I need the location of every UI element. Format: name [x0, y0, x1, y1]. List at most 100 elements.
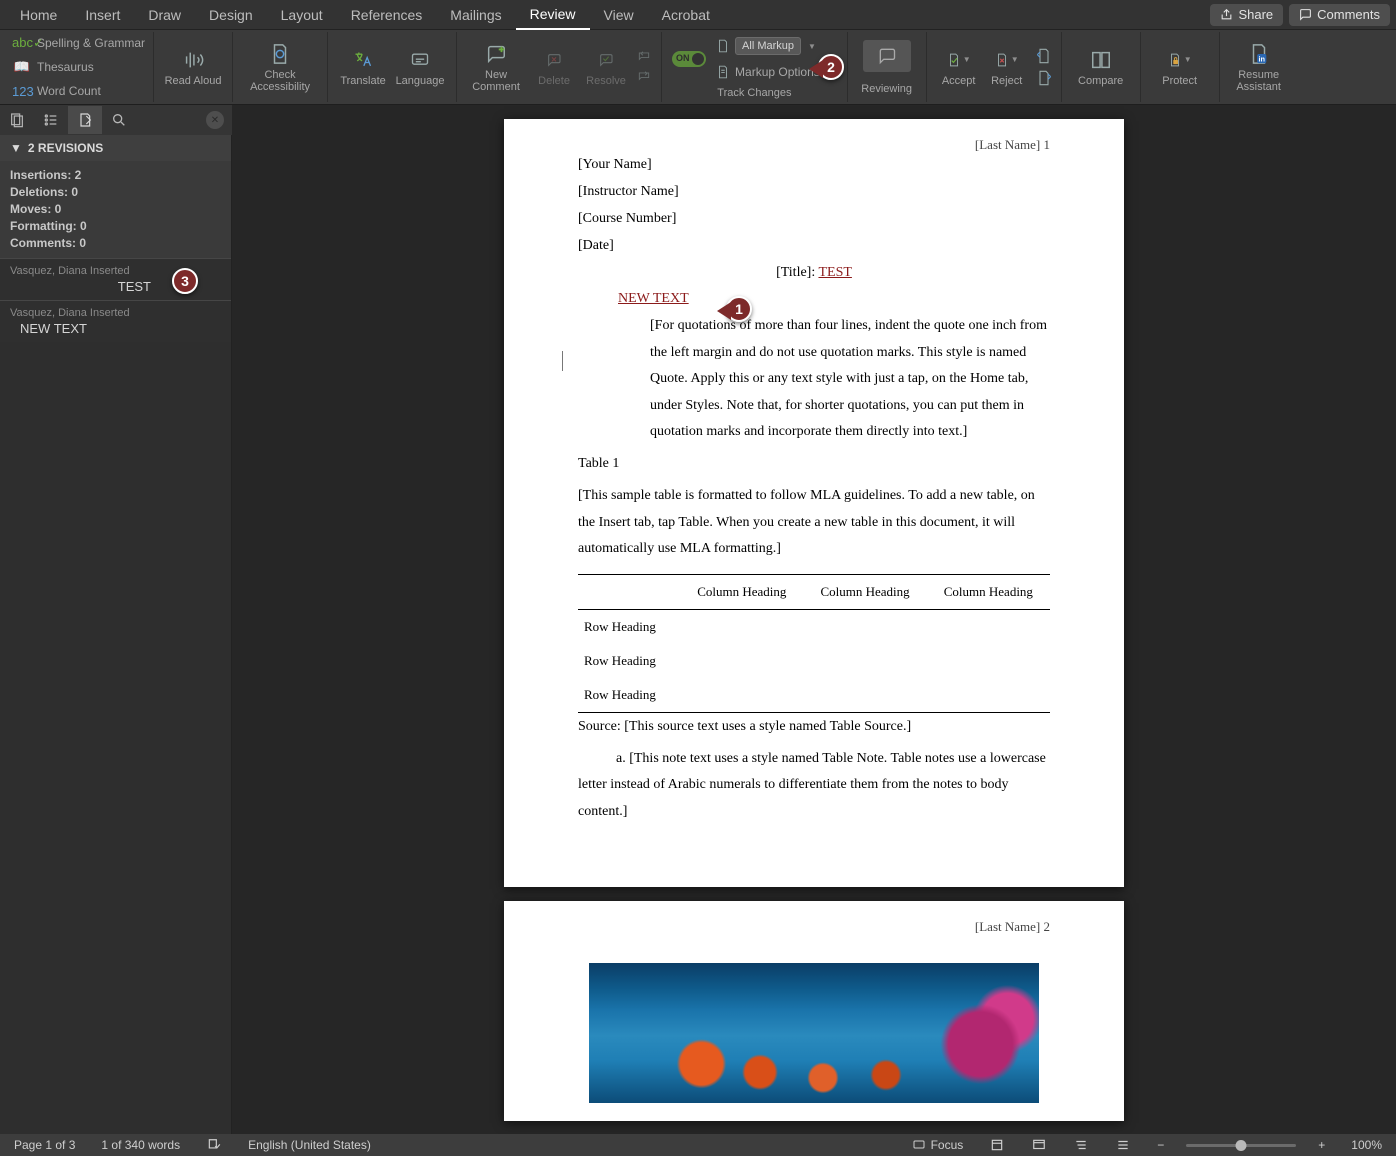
proofing-group: abc✓Spelling & Grammar 📖Thesaurus 123Wor… — [4, 32, 154, 102]
compare-icon — [1089, 48, 1113, 72]
document-page-1[interactable]: [Last Name] 1 [Your Name] [Instructor Na… — [504, 119, 1124, 887]
focus-label: Focus — [931, 1138, 964, 1152]
doc-source[interactable]: Source: [This source text uses a style n… — [578, 719, 1050, 735]
annotation-callout-3: 3 — [172, 268, 198, 294]
reject-button[interactable]: ▼ Reject — [983, 48, 1031, 87]
panel-tab-pages-icon[interactable] — [0, 106, 34, 134]
delete-comment-icon — [542, 48, 566, 72]
status-page[interactable]: Page 1 of 3 — [10, 1138, 79, 1152]
doc-date[interactable]: [Date] — [578, 238, 1050, 254]
delete-comment-button: Delete — [531, 48, 577, 87]
view-draft-icon[interactable] — [1111, 1138, 1135, 1152]
view-web-icon[interactable] — [1027, 1138, 1051, 1152]
resolve-comment-button: Resolve — [581, 48, 631, 87]
panel-tab-search-icon[interactable] — [102, 106, 136, 134]
view-print-icon[interactable] — [985, 1138, 1009, 1152]
reviewing-label: Reviewing — [861, 83, 912, 95]
doc-table-caption[interactable]: [This sample table is formatted to follo… — [578, 483, 1050, 563]
comments-button[interactable]: Comments — [1289, 4, 1390, 26]
prev-change-icon[interactable] — [1035, 48, 1053, 64]
zoom-out-button[interactable]: − — [1153, 1138, 1168, 1152]
language-label: Language — [396, 75, 445, 87]
read-aloud-button[interactable]: Read Aloud — [162, 48, 224, 87]
document-canvas[interactable]: [Last Name] 1 [Your Name] [Instructor Na… — [232, 105, 1396, 1134]
new-comment-icon — [484, 42, 508, 66]
read-aloud-icon — [181, 48, 205, 72]
tab-design[interactable]: Design — [195, 0, 267, 30]
panel-tab-list-icon[interactable] — [34, 106, 68, 134]
focus-mode-button[interactable]: Focus — [907, 1138, 968, 1152]
translate-button[interactable]: Translate — [336, 48, 390, 87]
view-outline-icon[interactable] — [1069, 1138, 1093, 1152]
doc-table-label[interactable]: Table 1 — [578, 456, 1050, 472]
toggle-on-label: ON — [676, 53, 690, 63]
document-page-2[interactable]: [Last Name] 2 — [504, 901, 1124, 1121]
resolve-comment-icon — [594, 48, 618, 72]
protect-icon: ▼ — [1168, 48, 1192, 72]
comments-label: Comments — [1317, 7, 1380, 22]
revision-item[interactable]: Vasquez, Diana Inserted NEW TEXT — [0, 300, 231, 342]
thesaurus-label: Thesaurus — [37, 60, 94, 74]
revision-user: Vasquez, Diana Inserted — [10, 307, 221, 319]
status-spellcheck-icon[interactable] — [202, 1138, 226, 1152]
resume-assistant-button[interactable]: in Resume Assistant — [1228, 42, 1290, 93]
doc-note[interactable]: a. [This note text uses a style named Ta… — [578, 751, 1046, 819]
accept-button[interactable]: ▼ Accept — [935, 48, 983, 87]
spelling-grammar-button[interactable]: abc✓Spelling & Grammar — [10, 32, 147, 54]
doc-title-line[interactable]: [Title]: TEST — [578, 265, 1050, 281]
zoom-level[interactable]: 100% — [1347, 1138, 1386, 1152]
translate-label: Translate — [340, 75, 385, 87]
zoom-knob[interactable] — [1236, 1140, 1247, 1151]
word-count-button[interactable]: 123Word Count — [10, 80, 147, 102]
compare-label: Compare — [1078, 75, 1123, 87]
panel-tab-revisions-icon[interactable] — [68, 106, 102, 134]
tab-mailings[interactable]: Mailings — [436, 0, 515, 30]
read-aloud-label: Read Aloud — [165, 75, 222, 87]
protect-button[interactable]: ▼ Protect — [1149, 48, 1211, 87]
share-button[interactable]: Share — [1210, 4, 1283, 26]
triangle-down-icon: ▼ — [10, 141, 22, 155]
status-words[interactable]: 1 of 340 words — [97, 1138, 184, 1152]
doc-image-underwater[interactable] — [589, 963, 1039, 1103]
doc-your-name[interactable]: [Your Name] — [578, 157, 1050, 173]
revisions-header[interactable]: ▼2 REVISIONS — [0, 135, 231, 161]
doc-course[interactable]: [Course Number] — [578, 211, 1050, 227]
menu-bar: Home Insert Draw Design Layout Reference… — [0, 0, 1396, 30]
language-button[interactable]: Language — [392, 48, 448, 87]
tab-draw[interactable]: Draw — [134, 0, 195, 30]
delete-comment-label: Delete — [538, 75, 570, 87]
tab-acrobat[interactable]: Acrobat — [648, 0, 724, 30]
tab-layout[interactable]: Layout — [267, 0, 337, 30]
focus-icon — [911, 1139, 927, 1151]
stat-insertions: Insertions: 2 — [10, 167, 221, 184]
table-col-heading: Column Heading — [803, 574, 926, 609]
compare-button[interactable]: Compare — [1070, 48, 1132, 87]
next-change-icon[interactable] — [1035, 70, 1053, 86]
track-changes-toggle[interactable]: ON — [672, 51, 706, 67]
doc-table[interactable]: Column HeadingColumn HeadingColumn Headi… — [578, 574, 1050, 713]
stat-moves: Moves: 0 — [10, 201, 221, 218]
reviewing-pane-icon — [875, 44, 899, 68]
panel-close-button[interactable]: ✕ — [206, 111, 224, 129]
status-language[interactable]: English (United States) — [244, 1138, 375, 1152]
new-comment-button[interactable]: New Comment — [465, 42, 527, 93]
zoom-in-button[interactable]: + — [1314, 1138, 1329, 1152]
annotation-callout-1: 1 — [726, 296, 752, 322]
doc-instructor[interactable]: [Instructor Name] — [578, 184, 1050, 200]
tab-view[interactable]: View — [590, 0, 648, 30]
check-accessibility-button[interactable]: Check Accessibility — [241, 42, 319, 93]
page-header: [Last Name] 2 — [975, 919, 1050, 935]
tab-references[interactable]: References — [337, 0, 437, 30]
thesaurus-button[interactable]: 📖Thesaurus — [10, 56, 147, 78]
tab-insert[interactable]: Insert — [71, 0, 134, 30]
tab-home[interactable]: Home — [6, 0, 71, 30]
doc-new-text-insertion[interactable]: NEW TEXT — [618, 291, 1050, 307]
tab-review[interactable]: Review — [516, 0, 590, 30]
next-comment-icon — [635, 70, 653, 84]
doc-title-prefix: [Title]: — [776, 265, 818, 280]
ribbon: abc✓Spelling & Grammar 📖Thesaurus 123Wor… — [0, 30, 1396, 105]
doc-quote[interactable]: [For quotations of more than four lines,… — [650, 313, 1050, 446]
markup-doc-icon — [716, 39, 730, 53]
zoom-slider[interactable] — [1186, 1144, 1296, 1147]
reviewing-pane-button[interactable]: Reviewing — [856, 40, 918, 95]
